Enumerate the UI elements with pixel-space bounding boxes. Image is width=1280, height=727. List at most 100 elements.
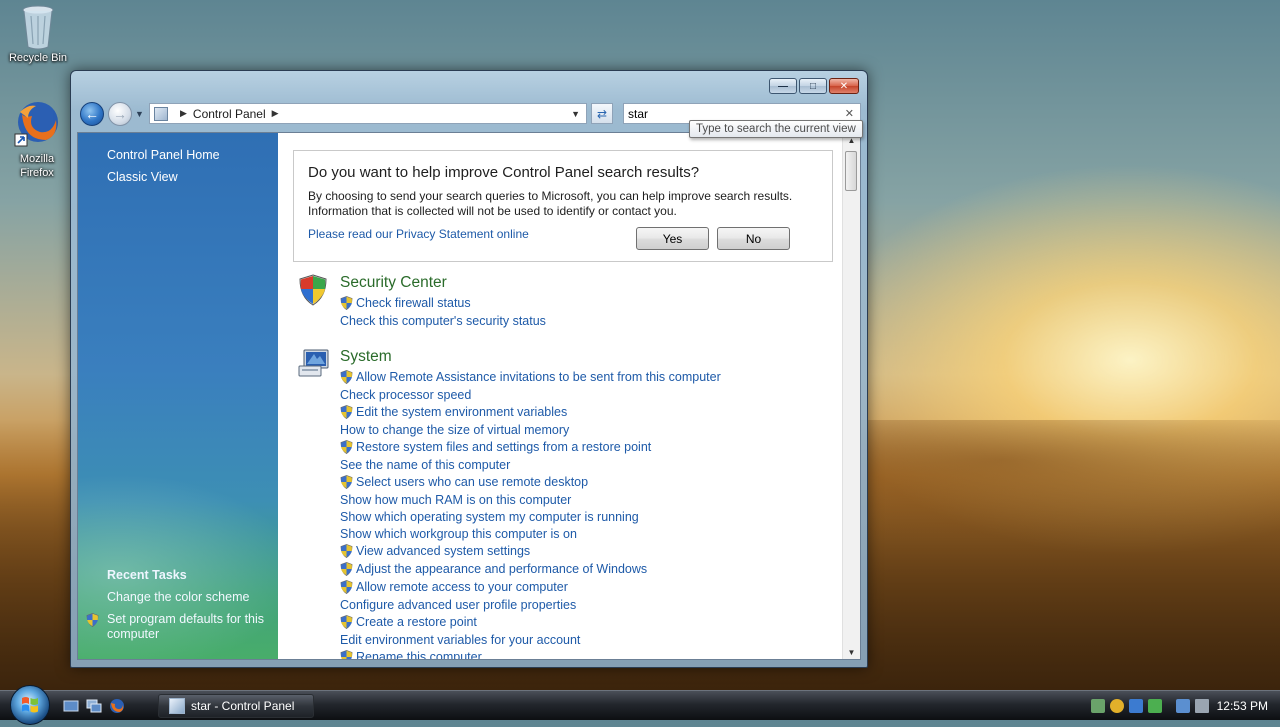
security-center-shield-icon [299, 274, 327, 306]
task-label[interactable]: Allow remote access to your computer [356, 580, 568, 594]
clear-search-icon[interactable]: ✕ [845, 107, 854, 120]
task-link[interactable]: Show how much RAM is on this computer [340, 491, 571, 508]
task-label[interactable]: Check this computer's security status [340, 314, 546, 328]
start-button[interactable] [10, 685, 50, 725]
recycle-bin-icon [22, 5, 54, 50]
windows-logo-icon [22, 697, 38, 713]
security-shield-icon[interactable] [1109, 698, 1124, 713]
firefox-quicklaunch-icon[interactable] [109, 698, 125, 714]
forward-button[interactable]: → [108, 102, 132, 126]
task-label[interactable]: Edit environment variables for your acco… [340, 633, 580, 647]
task-link[interactable]: Show which operating system my computer … [340, 508, 639, 525]
tray-app-icon[interactable] [1090, 698, 1105, 713]
task-label[interactable]: Configure advanced user profile properti… [340, 598, 576, 612]
caption-buttons: — □ ✕ [769, 78, 859, 94]
security-center-link[interactable]: Security Center [340, 274, 447, 292]
control-panel-icon [169, 698, 185, 714]
breadcrumb-chevron-icon[interactable]: ▶ [180, 108, 187, 119]
system-computer-icon [298, 349, 329, 377]
task-label[interactable]: Allow Remote Assistance invitations to b… [356, 370, 721, 384]
system-link[interactable]: System [340, 348, 392, 366]
no-button[interactable]: No [717, 227, 790, 250]
yes-button[interactable]: Yes [636, 227, 709, 250]
task-link[interactable]: Edit the system environment variables [340, 403, 567, 420]
taskbar-button-control-panel[interactable]: star - Control Panel [158, 694, 314, 718]
address-dropdown-icon[interactable]: ▼ [571, 109, 580, 119]
switch-windows-icon[interactable] [86, 698, 102, 714]
task-label[interactable]: Check firewall status [356, 296, 471, 310]
task-label[interactable]: Show which workgroup this computer is on [340, 527, 577, 541]
refresh-button[interactable]: ⇄ [591, 103, 613, 124]
tray-app-icon[interactable] [1147, 698, 1162, 713]
clock[interactable]: 12:53 PM [1217, 699, 1268, 713]
task-link[interactable]: Show which workgroup this computer is on [340, 525, 577, 542]
recent-task-color-scheme[interactable]: Change the color scheme [107, 590, 267, 605]
task-label[interactable]: Restore system files and settings from a… [356, 440, 651, 454]
task-label[interactable]: Check processor speed [340, 388, 471, 402]
control-panel-home-link[interactable]: Control Panel Home [107, 148, 220, 162]
classic-view-link[interactable]: Classic View [107, 170, 178, 184]
breadcrumb-chevron-icon[interactable]: ▶ [272, 108, 279, 119]
task-label[interactable]: Select users who can use remote desktop [356, 475, 588, 489]
recent-task-program-defaults[interactable]: Set program defaults for this computer [107, 612, 267, 642]
scroll-down-icon[interactable]: ▼ [843, 645, 860, 659]
left-task-pane: Control Panel Home Classic View Recent T… [78, 133, 278, 659]
task-link[interactable]: How to change the size of virtual memory [340, 421, 569, 438]
recent-tasks-heading: Recent Tasks [107, 568, 187, 582]
task-label[interactable]: View advanced system settings [356, 544, 530, 558]
back-button[interactable]: ← [80, 102, 104, 126]
task-link[interactable]: See the name of this computer [340, 456, 510, 473]
task-link[interactable]: Allow remote access to your computer [340, 578, 568, 595]
task-link[interactable]: Check processor speed [340, 386, 471, 403]
firefox-icon [14, 102, 58, 147]
arrow-left-icon: ← [85, 106, 99, 122]
task-link[interactable]: Check firewall status [340, 294, 471, 311]
task-link[interactable]: View advanced system settings [340, 542, 530, 559]
recent-pages-dropdown[interactable]: ▼ [135, 109, 144, 119]
close-button[interactable]: ✕ [829, 78, 859, 94]
task-link[interactable]: Select users who can use remote desktop [340, 473, 588, 490]
search-results-pane: Do you want to help improve Control Pane… [278, 133, 844, 659]
task-link[interactable]: Edit environment variables for your acco… [340, 631, 580, 648]
show-desktop-icon[interactable] [63, 698, 79, 714]
task-label[interactable]: See the name of this computer [340, 458, 510, 472]
maximize-button[interactable]: □ [799, 78, 827, 94]
task-label[interactable]: Rename this computer [356, 650, 482, 660]
scroll-thumb[interactable] [845, 151, 857, 191]
task-label[interactable]: Create a restore point [356, 615, 477, 629]
close-icon: ✕ [839, 80, 849, 92]
control-panel-window[interactable]: — □ ✕ ← → ▼ ▶ Control Panel ▶ ▼ ⇄ ✕ Type… [70, 70, 868, 668]
uac-shield-icon [340, 649, 353, 659]
minimize-icon: — [778, 80, 788, 92]
uac-shield-icon [340, 295, 353, 310]
address-bar[interactable]: ▶ Control Panel ▶ ▼ [149, 103, 587, 124]
tray-app-icon[interactable] [1128, 698, 1143, 713]
task-link[interactable]: Check this computer's security status [340, 312, 546, 329]
task-link[interactable]: Rename this computer [340, 648, 482, 659]
minimize-button[interactable]: — [769, 78, 797, 94]
volume-muted-icon[interactable] [1194, 698, 1209, 713]
task-label[interactable]: How to change the size of virtual memory [340, 423, 569, 437]
task-label[interactable]: Show which operating system my computer … [340, 510, 639, 524]
network-icon[interactable] [1175, 698, 1190, 713]
task-link[interactable]: Create a restore point [340, 613, 477, 630]
task-link[interactable]: Configure advanced user profile properti… [340, 596, 576, 613]
task-link[interactable]: Adjust the appearance and performance of… [340, 560, 647, 577]
desktop-icon-recycle-bin[interactable]: Recycle Bin [2, 4, 74, 64]
task-link[interactable]: Restore system files and settings from a… [340, 438, 651, 455]
task-link[interactable]: Allow Remote Assistance invitations to b… [340, 368, 721, 385]
uac-shield-icon [340, 579, 353, 594]
breadcrumb-control-panel[interactable]: Control Panel [193, 107, 266, 121]
task-label[interactable]: Show how much RAM is on this computer [340, 493, 571, 507]
uac-shield-icon [86, 613, 99, 627]
search-feedback-prompt: Do you want to help improve Control Pane… [293, 150, 833, 262]
privacy-statement-link[interactable]: Please read our Privacy Statement online [308, 227, 529, 241]
uac-shield-icon [340, 439, 353, 454]
vertical-scrollbar[interactable]: ▲ ▼ [842, 133, 860, 659]
search-input[interactable] [624, 106, 832, 121]
prompt-text: By choosing to send your search queries … [308, 189, 793, 218]
uac-shield-icon [340, 614, 353, 629]
task-label[interactable]: Adjust the appearance and performance of… [356, 562, 647, 576]
desktop-icon-firefox[interactable]: Mozilla Firefox [1, 100, 73, 180]
task-label[interactable]: Edit the system environment variables [356, 405, 567, 419]
